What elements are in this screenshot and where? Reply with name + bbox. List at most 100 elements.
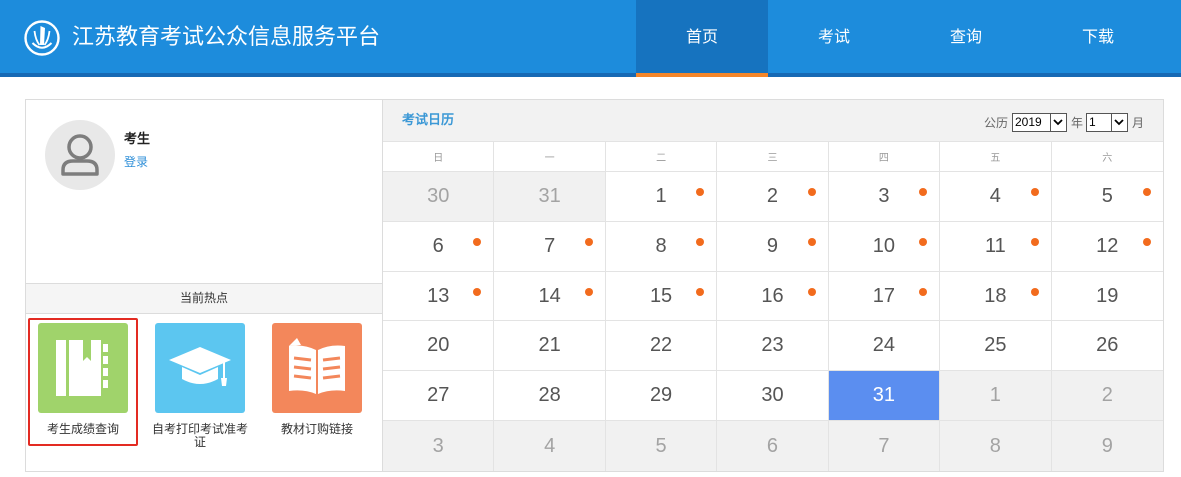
calendar-day[interactable]: 6 [717, 421, 829, 471]
exam-marker-dot [584, 287, 593, 296]
avatar[interactable] [45, 120, 115, 190]
exam-marker-dot [807, 237, 816, 246]
nav-query[interactable]: 查询 [900, 0, 1032, 73]
year-label: 年 [1070, 115, 1083, 130]
calendar-day[interactable]: 3 [828, 172, 941, 222]
calendar-day[interactable]: 19 [1051, 271, 1163, 322]
day-number: 31 [872, 384, 896, 407]
weekday-header: 日 [383, 142, 495, 172]
calendar-day[interactable]: 29 [605, 371, 718, 422]
chevron-down-icon[interactable] [1110, 113, 1127, 131]
calendar-day[interactable]: 1 [605, 172, 718, 222]
calendar-day[interactable]: 31 [494, 172, 606, 222]
calendar-day[interactable]: 27 [383, 371, 495, 422]
hot-item-label: 考生成绩查询 [46, 422, 119, 436]
calendar-day[interactable]: 17 [828, 271, 941, 322]
calendar-day[interactable]: 24 [828, 321, 941, 372]
calendar-day[interactable]: 6 [383, 221, 495, 272]
calendar-day[interactable]: 13 [383, 271, 495, 322]
day-number: 25 [984, 334, 1007, 357]
day-number: 4 [989, 184, 1001, 207]
calendar-day[interactable]: 28 [494, 371, 606, 422]
calendar-day[interactable]: 4 [940, 172, 1052, 222]
calendar-day[interactable]: 14 [494, 271, 606, 322]
nav-home[interactable]: 首页 [636, 0, 768, 77]
calendar-type-label: 公历 [983, 115, 1008, 130]
main-content: 考生 登录 当前热点 考生成绩查询 自考打印考试准考证 教材订购链接 考试日历 … [25, 99, 1164, 472]
textbook-order-tile[interactable] [272, 323, 362, 413]
calendar-day[interactable]: 1 [940, 371, 1052, 422]
top-header: 江苏教育考试公众信息服务平台 首页 考试 查询 下载 [0, 0, 1181, 77]
calendar-day[interactable]: 23 [717, 321, 829, 372]
calendar-day[interactable]: 25 [940, 321, 1052, 372]
weekday-header: 五 [940, 142, 1052, 172]
calendar-day[interactable]: 20 [383, 321, 495, 372]
emblem-icon[interactable] [23, 19, 61, 57]
calendar-day[interactable]: 22 [605, 321, 718, 372]
exam-marker-dot [1030, 237, 1039, 246]
calendar-grid: 日一二三四五六 30 31 1 2 3 4 5 6 7 8 9 10 11 12 13 14 15 16 17 18 19… [383, 142, 1163, 471]
calendar-day[interactable]: 7 [828, 421, 941, 471]
nav-download[interactable]: 下载 [1032, 0, 1164, 73]
calendar-day[interactable]: 16 [717, 271, 829, 322]
exam-marker-dot [1143, 188, 1151, 196]
exam-marker-dot [696, 237, 705, 246]
day-number: 29 [649, 384, 673, 407]
calendar-day[interactable]: 2 [717, 172, 829, 222]
calendar-day[interactable]: 4 [494, 421, 606, 471]
exam-marker-dot [919, 287, 928, 296]
calendar-day[interactable]: 8 [940, 421, 1052, 471]
chevron-down-icon[interactable] [1049, 113, 1066, 131]
calendar-day[interactable]: 21 [494, 321, 606, 372]
calendar-day[interactable]: 10 [828, 221, 941, 272]
calendar-day[interactable]: 2 [1051, 371, 1163, 422]
score-query-tile[interactable] [38, 323, 128, 413]
calendar-day[interactable]: 15 [605, 271, 718, 322]
exam-marker-dot [807, 188, 816, 196]
day-number: 8 [989, 434, 1001, 457]
exam-marker-dot [1030, 287, 1039, 296]
day-number: 23 [761, 334, 784, 357]
day-number: 2 [766, 184, 779, 207]
calendar-title: 考试日历 [402, 113, 455, 128]
calendar-day[interactable]: 8 [605, 221, 718, 272]
calendar-controls: 公历 2019 年 1 月 [984, 112, 1144, 132]
calendar-day[interactable]: 5 [605, 421, 718, 471]
year-select[interactable]: 2019 [1011, 112, 1067, 132]
month-select-value: 1 [1088, 114, 1096, 129]
weekday-header: 四 [828, 142, 941, 172]
notebook-icon [56, 340, 108, 396]
calendar-day[interactable]: 9 [717, 221, 829, 272]
calendar-day[interactable]: 7 [494, 221, 606, 272]
calendar-day[interactable]: 12 [1051, 221, 1163, 272]
calendar-day-selected[interactable]: 31 [828, 371, 941, 422]
exam-marker-dot [807, 287, 816, 296]
hot-item-textbook-order[interactable]: 教材订购链接 [262, 318, 372, 446]
exam-marker-dot [473, 287, 482, 296]
exam-marker-dot [584, 237, 593, 246]
exam-marker-dot [1143, 237, 1151, 246]
calendar-header: 考试日历 公历 2019 年 1 月 [383, 100, 1163, 142]
day-number: 5 [655, 434, 667, 457]
exam-marker-dot [1030, 188, 1039, 196]
calendar-day[interactable]: 26 [1051, 321, 1163, 372]
year-select-value: 2019 [1014, 114, 1042, 129]
calendar-day[interactable]: 30 [717, 371, 829, 422]
month-select[interactable]: 1 [1085, 112, 1128, 132]
nav-exam[interactable]: 考试 [768, 0, 900, 73]
calendar-day[interactable]: 5 [1051, 172, 1163, 222]
hot-item-score-query[interactable]: 考生成绩查询 [28, 318, 138, 446]
calendar-day[interactable]: 9 [1051, 421, 1163, 471]
print-admission-tile[interactable] [155, 323, 245, 413]
calendar-day[interactable]: 3 [383, 421, 495, 471]
hot-item-print-admission[interactable]: 自考打印考试准考证 [145, 318, 255, 449]
calendar-day[interactable]: 11 [940, 221, 1052, 272]
calendar-day[interactable]: 30 [383, 172, 495, 222]
day-number: 14 [538, 284, 561, 307]
calendar-day[interactable]: 18 [940, 271, 1052, 322]
day-number: 30 [427, 184, 450, 207]
exam-marker-dot [473, 237, 482, 246]
site-title[interactable]: 江苏教育考试公众信息服务平台 [72, 24, 380, 52]
login-link[interactable]: 登录 [124, 153, 148, 170]
weekday-header: 六 [1051, 142, 1163, 172]
